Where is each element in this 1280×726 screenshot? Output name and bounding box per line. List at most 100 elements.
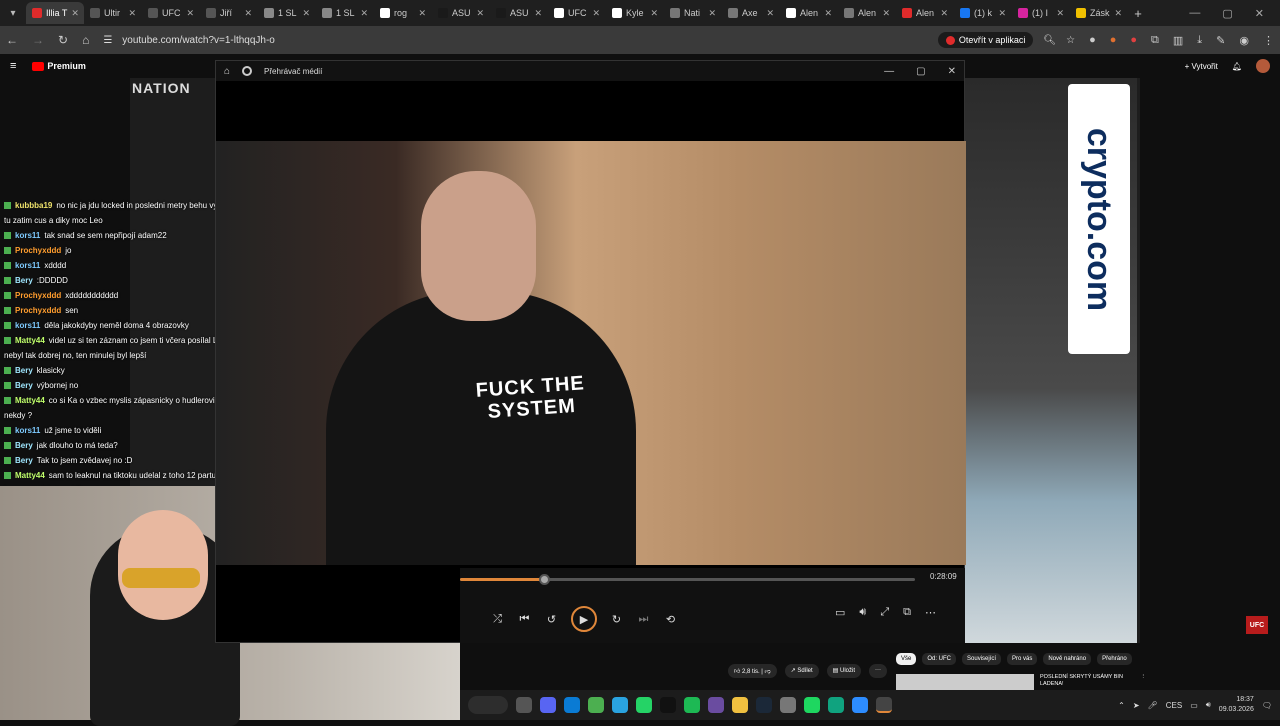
back-icon[interactable]: ←: [6, 33, 18, 47]
tab-close-icon[interactable]: ✕: [476, 8, 484, 19]
site-info-icon[interactable]: ☰: [103, 35, 112, 46]
more-options-icon[interactable]: ⋯: [925, 606, 936, 619]
tab-close-icon[interactable]: ✕: [998, 8, 1006, 19]
address-bar[interactable]: ☰ youtube.com/watch?v=1-lthqqJh-o Otevří…: [103, 29, 1075, 51]
tab-close-icon[interactable]: ✕: [71, 8, 79, 19]
seek-bar[interactable]: [460, 574, 915, 585]
browser-tab[interactable]: Alen ✕: [896, 2, 954, 24]
shuffle-icon[interactable]: ⤮: [490, 613, 505, 626]
minimize-icon[interactable]: —: [884, 66, 894, 77]
subtitles-icon[interactable]: ▭: [835, 606, 845, 619]
tab-close-icon[interactable]: ✕: [360, 8, 368, 19]
tab-close-icon[interactable]: ✕: [766, 8, 774, 19]
avatar[interactable]: [1256, 59, 1270, 73]
filter-chip[interactable]: Související: [962, 653, 1002, 665]
close-icon[interactable]: ✕: [1255, 7, 1264, 20]
filter-chip[interactable]: Vše: [896, 653, 917, 665]
maximize-icon[interactable]: ▢: [916, 66, 925, 77]
play-button[interactable]: ▶: [571, 606, 597, 632]
app-icon[interactable]: [852, 697, 868, 713]
browser-tab[interactable]: UFC ✕: [142, 2, 200, 24]
maximize-icon[interactable]: ▢: [1222, 7, 1232, 20]
file-explorer-icon[interactable]: [732, 697, 748, 713]
chrome-icon[interactable]: [588, 697, 604, 713]
notification-icon[interactable]: 🗨︎: [1262, 701, 1272, 710]
create-button[interactable]: + Vytvořit: [1185, 62, 1218, 71]
browser-tab[interactable]: Ultir ✕: [84, 2, 142, 24]
tab-close-icon[interactable]: ✕: [302, 8, 310, 19]
profile-icon[interactable]: ◉: [1239, 34, 1249, 47]
tab-close-icon[interactable]: ✕: [824, 8, 832, 19]
browser-tab[interactable]: Nati ✕: [664, 2, 722, 24]
fast-forward-icon[interactable]: ↻: [609, 613, 624, 626]
like-button[interactable]: 👍︎ 2,8 tis. | 👎︎: [728, 664, 777, 678]
browser-tab[interactable]: UFC ✕: [548, 2, 606, 24]
send-icon[interactable]: ➤: [1133, 701, 1140, 710]
clock[interactable]: 18:37 09.03.2026: [1219, 695, 1254, 715]
repeat-off-icon[interactable]: ⟲: [663, 613, 678, 626]
notifications-bell-icon[interactable]: 🔔︎: [1232, 62, 1242, 71]
tab-list-chevron-icon[interactable]: ▾: [0, 0, 26, 26]
close-icon[interactable]: ✕: [948, 66, 956, 77]
tab-close-icon[interactable]: ✕: [244, 8, 252, 19]
tab-close-icon[interactable]: ✕: [882, 8, 890, 19]
browser-tab[interactable]: ASU ✕: [432, 2, 490, 24]
url-text[interactable]: youtube.com/watch?v=1-lthqqJh-o: [122, 35, 275, 46]
zoom-icon[interactable]: 🔍︎: [1043, 35, 1056, 46]
share-button[interactable]: ↗ Sdílet: [784, 664, 819, 678]
chevron-up-icon[interactable]: ⌃: [1118, 701, 1125, 710]
hamburger-menu-icon[interactable]: ≡: [10, 60, 16, 72]
volume-icon[interactable]: 🔊︎: [859, 606, 866, 619]
spotify-icon[interactable]: [804, 697, 820, 713]
puzzle-icon[interactable]: ⧉: [1151, 34, 1159, 47]
menu-dots-icon[interactable]: ⋮: [1263, 34, 1274, 47]
filter-chip[interactable]: Pro vás: [1007, 653, 1038, 665]
seek-bar-thumb[interactable]: [539, 574, 551, 585]
youtube-logo[interactable]: Premium: [32, 61, 86, 71]
network-icon[interactable]: ▭: [1190, 701, 1198, 710]
fullscreen-icon[interactable]: ⤢: [880, 606, 889, 619]
task-view-icon[interactable]: [516, 697, 532, 713]
browser-tab[interactable]: rog ✕: [374, 2, 432, 24]
browser-tab[interactable]: Alen ✕: [838, 2, 896, 24]
browser-tab[interactable]: Illia T ✕: [26, 2, 84, 24]
capcut-icon[interactable]: [660, 697, 676, 713]
teams-icon[interactable]: [564, 697, 580, 713]
taskbar-search[interactable]: [468, 696, 508, 714]
extension-icon[interactable]: ●: [1130, 34, 1137, 47]
miniplayer-icon[interactable]: ⧉: [903, 606, 911, 619]
previous-icon[interactable]: ⏮: [517, 613, 532, 626]
app-icon[interactable]: [828, 697, 844, 713]
browser-tab[interactable]: Axe ✕: [722, 2, 780, 24]
steam-icon[interactable]: [756, 697, 772, 713]
next-icon[interactable]: ⏭: [636, 613, 651, 626]
rewind-icon[interactable]: ↺: [544, 613, 559, 626]
browser-tab[interactable]: 1 SL ✕: [258, 2, 316, 24]
forward-icon[interactable]: →: [32, 33, 44, 47]
obs-icon[interactable]: [708, 697, 724, 713]
browser-tab[interactable]: (1) I ✕: [1012, 2, 1070, 24]
extension-icon[interactable]: ●: [1110, 34, 1117, 47]
tab-close-icon[interactable]: ✕: [418, 8, 426, 19]
browser-tab[interactable]: Jiří ✕: [200, 2, 258, 24]
tab-close-icon[interactable]: ✕: [940, 8, 948, 19]
bookmark-star-icon[interactable]: ☆: [1066, 35, 1075, 46]
home-icon[interactable]: ⌂: [82, 33, 89, 47]
tab-close-icon[interactable]: ✕: [592, 8, 600, 19]
browser-tab[interactable]: (1) k ✕: [954, 2, 1012, 24]
microphone-icon[interactable]: 🎤︎: [1148, 701, 1158, 710]
whatsapp-icon[interactable]: [636, 697, 652, 713]
language-indicator[interactable]: CES: [1166, 701, 1182, 710]
tab-close-icon[interactable]: ✕: [128, 8, 136, 19]
sidebar-icon[interactable]: ▥: [1173, 34, 1183, 47]
home-icon[interactable]: ⌂: [224, 66, 230, 77]
minimize-icon[interactable]: —: [1189, 7, 1200, 20]
filter-chip[interactable]: Přehráno: [1097, 653, 1132, 665]
browser-tab[interactable]: Alen ✕: [780, 2, 838, 24]
tab-close-icon[interactable]: ✕: [186, 8, 194, 19]
discord-icon[interactable]: [540, 697, 556, 713]
more-actions-button[interactable]: ···: [869, 664, 888, 678]
browser-tab[interactable]: ASU ✕: [490, 2, 548, 24]
telegram-icon[interactable]: [612, 697, 628, 713]
filter-chip[interactable]: Nově nahráno: [1043, 653, 1092, 665]
